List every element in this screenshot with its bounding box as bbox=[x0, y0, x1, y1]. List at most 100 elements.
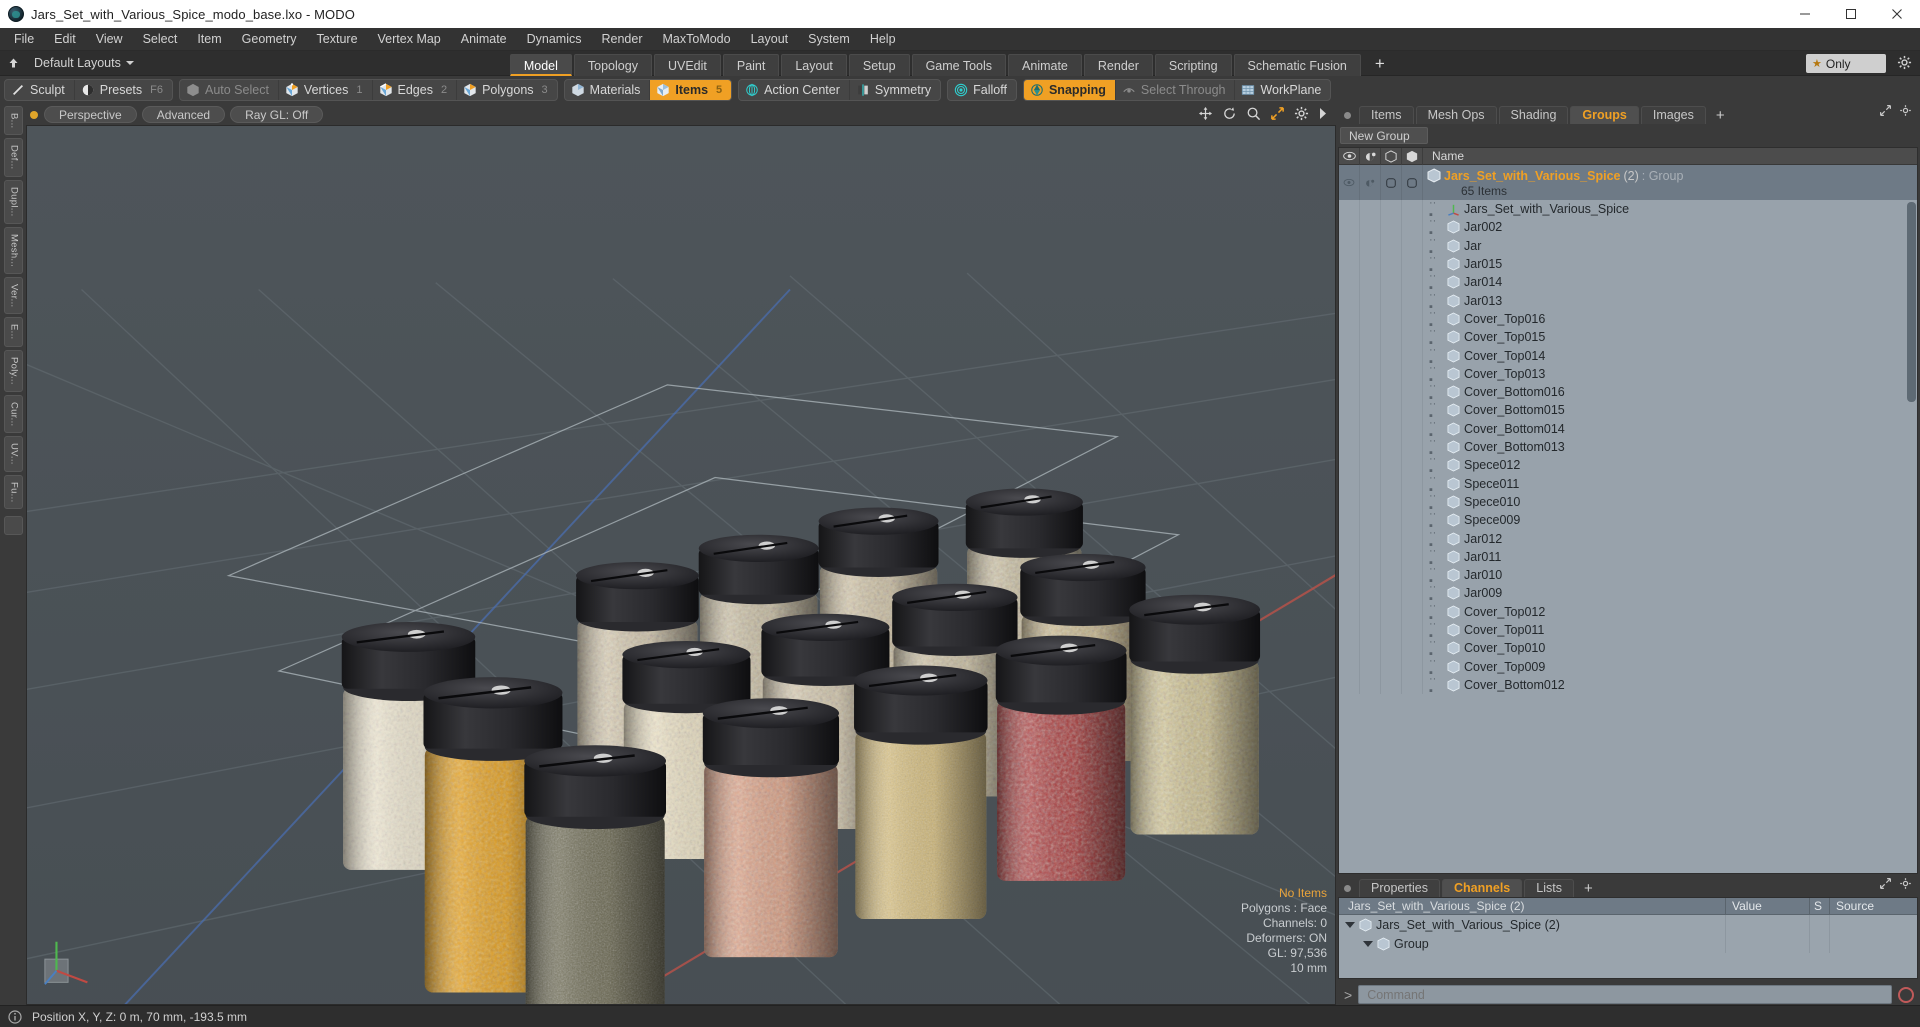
item-toggle-cell[interactable] bbox=[1339, 492, 1360, 512]
item-toggle-cell[interactable] bbox=[1339, 254, 1360, 274]
bottom-tab-properties[interactable]: Properties bbox=[1359, 879, 1440, 897]
fit-view-icon[interactable] bbox=[1270, 106, 1285, 126]
item-toggle-cell[interactable] bbox=[1402, 328, 1423, 347]
item-toggle-cell[interactable] bbox=[1381, 584, 1402, 603]
menu-item-item[interactable]: Item bbox=[187, 29, 231, 50]
layout-tab-uvedit[interactable]: UVEdit bbox=[653, 53, 721, 76]
menu-item-file[interactable]: File bbox=[4, 29, 44, 50]
layout-tab-game-tools[interactable]: Game Tools bbox=[911, 53, 1007, 76]
menu-item-dynamics[interactable]: Dynamics bbox=[517, 29, 592, 50]
item-toggle-cell[interactable] bbox=[1402, 620, 1423, 640]
item-toggle-cell[interactable] bbox=[1381, 474, 1402, 493]
rail-tab-8[interactable]: UV... bbox=[3, 436, 23, 472]
item-toggle-cell[interactable] bbox=[1360, 492, 1381, 512]
toolbar-button-symmetry[interactable]: Symmetry bbox=[850, 80, 940, 100]
item-toggle-cell[interactable] bbox=[1339, 291, 1360, 310]
item-toggle-cell[interactable] bbox=[1339, 474, 1360, 493]
toolbar-button-materials[interactable]: Materials bbox=[565, 80, 651, 100]
menu-item-help[interactable]: Help bbox=[860, 29, 906, 50]
menu-item-geometry[interactable]: Geometry bbox=[232, 29, 307, 50]
rail-tab-1[interactable]: Def... bbox=[3, 138, 23, 177]
item-toggle-cell[interactable] bbox=[1360, 419, 1381, 438]
item-toggle-cell[interactable] bbox=[1360, 328, 1381, 347]
item-toggle-cell[interactable] bbox=[1339, 565, 1360, 585]
item-toggle-cell[interactable] bbox=[1402, 218, 1423, 237]
item-toggle-cell[interactable] bbox=[1381, 639, 1402, 658]
item-toggle-cell[interactable] bbox=[1381, 437, 1402, 457]
item-toggle-cell[interactable] bbox=[1402, 437, 1423, 457]
toolbar-button-snapping[interactable]: Snapping bbox=[1023, 80, 1116, 100]
item-toggle-cell[interactable] bbox=[1381, 218, 1402, 237]
channel-s-cell[interactable] bbox=[1809, 915, 1829, 934]
item-toggle-cell[interactable] bbox=[1339, 218, 1360, 237]
item-toggle-cell[interactable] bbox=[1402, 364, 1423, 383]
item-toggle-cell[interactable] bbox=[1402, 236, 1423, 255]
maximize-button[interactable] bbox=[1828, 0, 1874, 28]
item-toggle-cell[interactable] bbox=[1402, 529, 1423, 548]
item-toggle-cell[interactable] bbox=[1360, 401, 1381, 420]
menu-item-layout[interactable]: Layout bbox=[741, 29, 799, 50]
item-toggle-cell[interactable] bbox=[1381, 291, 1402, 310]
3d-viewport[interactable]: No Items Polygons : Face Channels: 0 Def… bbox=[26, 125, 1336, 1005]
item-toggle-cell[interactable] bbox=[1360, 309, 1381, 329]
bottom-tab-channels[interactable]: Channels bbox=[1441, 879, 1523, 897]
item-toggle-cell[interactable] bbox=[1402, 401, 1423, 420]
item-toggle-cell[interactable] bbox=[1339, 364, 1360, 383]
rail-tab-3[interactable]: Mesh... bbox=[3, 226, 23, 274]
rail-tab-6[interactable]: Poly... bbox=[3, 349, 23, 392]
item-toggle-cell[interactable] bbox=[1339, 419, 1360, 438]
item-toggle-cell[interactable] bbox=[1360, 364, 1381, 383]
expand-bottom-panel-icon[interactable] bbox=[1879, 877, 1892, 895]
item-toggle-cell[interactable] bbox=[1360, 657, 1381, 676]
item-toggle-cell[interactable] bbox=[1339, 584, 1360, 603]
panel-gear-icon[interactable] bbox=[1899, 104, 1912, 122]
item-toggle-cell[interactable] bbox=[1339, 236, 1360, 255]
item-toggle-cell[interactable] bbox=[1339, 382, 1360, 402]
item-toggle-cell[interactable] bbox=[1381, 529, 1402, 548]
item-toggle-cell[interactable] bbox=[1360, 273, 1381, 292]
chevron-right-icon[interactable] bbox=[1318, 107, 1328, 125]
box-solid-icon[interactable] bbox=[1402, 148, 1423, 165]
toolbar-button-vertices[interactable]: Vertices 1 bbox=[279, 80, 373, 100]
item-toggle-cell[interactable] bbox=[1381, 492, 1402, 512]
item-toggle-cell[interactable] bbox=[1381, 309, 1402, 329]
item-toggle-cell[interactable] bbox=[1381, 547, 1402, 566]
item-toggle-cell[interactable] bbox=[1360, 346, 1381, 365]
menu-item-select[interactable]: Select bbox=[133, 29, 188, 50]
eye-icon[interactable] bbox=[1339, 148, 1360, 165]
rail-extra-button[interactable] bbox=[3, 516, 23, 536]
item-toggle-cell[interactable] bbox=[1360, 547, 1381, 566]
viewport-projection-button[interactable]: Perspective bbox=[44, 106, 137, 123]
table-row[interactable]: Jars_Set_with_Various_Spice (2) bbox=[1339, 915, 1917, 934]
layout-tab-topology[interactable]: Topology bbox=[573, 53, 652, 76]
item-toggle-cell[interactable] bbox=[1381, 620, 1402, 640]
item-toggle-cell[interactable] bbox=[1360, 474, 1381, 493]
channels-table[interactable]: Jars_Set_with_Various_Spice (2) Value S … bbox=[1338, 897, 1918, 979]
item-toggle-cell[interactable] bbox=[1381, 401, 1402, 420]
item-toggle-cell[interactable] bbox=[1339, 639, 1360, 658]
expand-triangle-icon[interactable] bbox=[1345, 921, 1355, 928]
viewport-raygl-button[interactable]: Ray GL: Off bbox=[230, 106, 324, 123]
list-item[interactable]: ·· ▪ Cover_Bottom012 bbox=[1339, 673, 1917, 697]
item-toggle-cell[interactable] bbox=[1360, 254, 1381, 274]
toolbar-button-presets[interactable]: Presets F6 bbox=[75, 80, 172, 100]
item-toggle-cell[interactable] bbox=[1339, 273, 1360, 292]
toolbar-button-workplane[interactable]: WorkPlane bbox=[1235, 80, 1330, 100]
item-toggle-cell[interactable] bbox=[1381, 328, 1402, 347]
item-toggle-cell[interactable] bbox=[1339, 657, 1360, 676]
new-group-button[interactable]: New Group bbox=[1340, 127, 1428, 144]
group-wire-toggle[interactable] bbox=[1381, 165, 1402, 200]
toolbar-button-sculpt[interactable]: Sculpt bbox=[5, 80, 75, 100]
item-toggle-cell[interactable] bbox=[1339, 620, 1360, 640]
item-toggle-cell[interactable] bbox=[1402, 492, 1423, 512]
channel-src-cell[interactable] bbox=[1829, 915, 1917, 934]
item-toggle-cell[interactable] bbox=[1402, 309, 1423, 329]
rail-tab-5[interactable]: E... bbox=[3, 317, 23, 347]
menu-item-edit[interactable]: Edit bbox=[44, 29, 86, 50]
item-toggle-cell[interactable] bbox=[1360, 584, 1381, 603]
item-toggle-cell[interactable] bbox=[1360, 620, 1381, 640]
rail-tab-9[interactable]: Fu... bbox=[3, 474, 23, 510]
layout-tab-render[interactable]: Render bbox=[1083, 53, 1153, 76]
menu-item-render[interactable]: Render bbox=[592, 29, 653, 50]
item-toggle-cell[interactable] bbox=[1381, 254, 1402, 274]
